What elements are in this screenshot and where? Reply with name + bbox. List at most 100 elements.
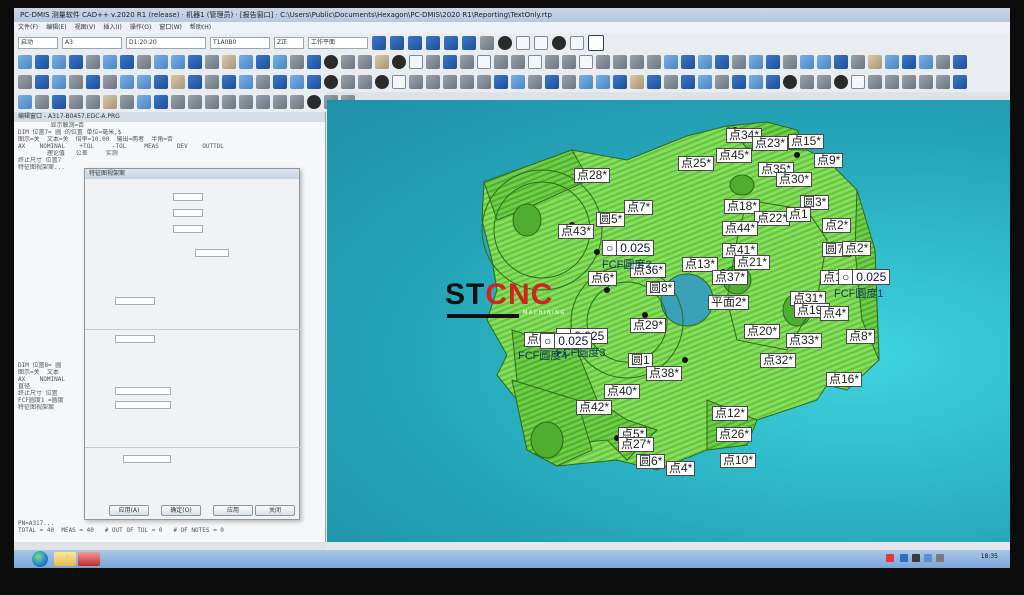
combo-2[interactable]: D1:20:20 bbox=[126, 37, 206, 49]
feature-label[interactable]: 圆8* bbox=[646, 281, 676, 296]
toolbar-icon[interactable] bbox=[817, 55, 831, 69]
toolbar-icon[interactable] bbox=[936, 55, 950, 69]
toolbar-icon[interactable] bbox=[460, 55, 474, 69]
toolbar-icon[interactable] bbox=[715, 75, 729, 89]
toolbar-icon[interactable] bbox=[256, 55, 270, 69]
dialog-select-2[interactable] bbox=[115, 297, 155, 305]
feature-label[interactable]: 点29* bbox=[630, 318, 667, 333]
toolbar-icon[interactable] bbox=[222, 75, 236, 89]
toolbar-icon[interactable] bbox=[613, 55, 627, 69]
toolbar-icon[interactable] bbox=[460, 75, 474, 89]
toolbar-icon[interactable] bbox=[324, 55, 338, 69]
toolbar-icon[interactable] bbox=[477, 75, 491, 89]
feature-label[interactable]: 点7* bbox=[624, 200, 654, 215]
toolbar-icon[interactable] bbox=[18, 55, 32, 69]
feature-label[interactable]: 点20* bbox=[744, 324, 781, 339]
toolbar-icon[interactable] bbox=[868, 55, 882, 69]
close-button[interactable]: 关闭 bbox=[255, 505, 295, 516]
menu-item-1[interactable]: 编辑(E) bbox=[46, 22, 66, 34]
toolbar-icon[interactable] bbox=[18, 75, 32, 89]
toolbar-icon[interactable] bbox=[154, 95, 168, 109]
taskbar-folder-button[interactable] bbox=[54, 552, 76, 566]
toolbar-icon[interactable] bbox=[851, 75, 865, 89]
combo-5[interactable]: 工作平面 bbox=[308, 37, 368, 49]
feature-label[interactable]: 点40* bbox=[604, 384, 641, 399]
toolbar-icon[interactable] bbox=[698, 55, 712, 69]
toolbar-icon[interactable] bbox=[341, 55, 355, 69]
feature-label[interactable]: 点45* bbox=[716, 148, 753, 163]
toolbar-icon[interactable] bbox=[375, 55, 389, 69]
toolbar-icon[interactable] bbox=[137, 95, 151, 109]
toolbar-icon[interactable] bbox=[953, 55, 967, 69]
toolbar-icon[interactable] bbox=[562, 55, 576, 69]
dialog-field-2[interactable] bbox=[173, 209, 203, 217]
toolbar-icon[interactable] bbox=[511, 75, 525, 89]
toolbar-icon[interactable] bbox=[205, 55, 219, 69]
view-toolbar-icon[interactable] bbox=[408, 36, 422, 50]
view-toolbar-icon[interactable] bbox=[588, 35, 604, 51]
combo-4[interactable]: Z正 bbox=[274, 37, 304, 49]
toolbar-icon[interactable] bbox=[596, 75, 610, 89]
toolbar-icon[interactable] bbox=[52, 75, 66, 89]
toolbar-icon[interactable] bbox=[409, 75, 423, 89]
dialog-select-4[interactable] bbox=[115, 387, 171, 395]
toolbar-icon[interactable] bbox=[681, 75, 695, 89]
toolbar-icon[interactable] bbox=[205, 95, 219, 109]
feature-label[interactable]: 点10* bbox=[720, 453, 757, 468]
toolbar-icon[interactable] bbox=[817, 75, 831, 89]
view-toolbar-icon[interactable] bbox=[480, 36, 494, 50]
view-toolbar-icon[interactable] bbox=[516, 36, 530, 50]
toolbar-icon[interactable] bbox=[256, 95, 270, 109]
tray-icon-1[interactable] bbox=[900, 554, 908, 562]
apply-button[interactable]: 应用 bbox=[213, 505, 253, 516]
toolbar-icon[interactable] bbox=[69, 75, 83, 89]
toolbar-icon[interactable] bbox=[698, 75, 712, 89]
combo-1[interactable]: A3 bbox=[62, 37, 122, 49]
dialog-field-3[interactable] bbox=[173, 225, 203, 233]
fcf-roundness-box[interactable]: ○0.025 bbox=[602, 240, 655, 256]
toolbar-icon[interactable] bbox=[86, 75, 100, 89]
toolbar-icon[interactable] bbox=[800, 55, 814, 69]
feature-label[interactable]: 点23* bbox=[752, 136, 789, 151]
toolbar-icon[interactable] bbox=[630, 55, 644, 69]
combo-3[interactable]: T1A0B0 bbox=[210, 37, 270, 49]
dialog-select-5[interactable] bbox=[115, 401, 171, 409]
view-toolbar-icon[interactable] bbox=[552, 36, 566, 50]
toolbar-icon[interactable] bbox=[630, 75, 644, 89]
toolbar-icon[interactable] bbox=[154, 75, 168, 89]
toolbar-icon[interactable] bbox=[120, 75, 134, 89]
toolbar-icon[interactable] bbox=[766, 55, 780, 69]
toolbar-icon[interactable] bbox=[103, 75, 117, 89]
fcf-roundness-box[interactable]: ○0.025 bbox=[838, 269, 891, 285]
toolbar-icon[interactable] bbox=[273, 95, 287, 109]
toolbar-icon[interactable] bbox=[936, 75, 950, 89]
toolbar-icon[interactable] bbox=[902, 75, 916, 89]
toolbar-icon[interactable] bbox=[953, 75, 967, 89]
toolbar-icon[interactable] bbox=[222, 95, 236, 109]
combo-0[interactable]: 启动 bbox=[18, 37, 58, 49]
toolbar-icon[interactable] bbox=[426, 55, 440, 69]
toolbar-icon[interactable] bbox=[273, 75, 287, 89]
toolbar-icon[interactable] bbox=[35, 95, 49, 109]
feature-label[interactable]: 点44* bbox=[722, 221, 759, 236]
dialog-select-6[interactable] bbox=[123, 455, 171, 463]
feature-label[interactable]: 圆6* bbox=[636, 454, 666, 469]
toolbar-icon[interactable] bbox=[647, 75, 661, 89]
toolbar-icon[interactable] bbox=[137, 75, 151, 89]
toolbar-icon[interactable] bbox=[273, 55, 287, 69]
ok-button[interactable]: 确定(O) bbox=[161, 505, 201, 516]
toolbar-icon[interactable] bbox=[834, 75, 848, 89]
feature-label[interactable]: 点2* bbox=[842, 241, 872, 256]
toolbar-icon[interactable] bbox=[579, 55, 593, 69]
toolbar-icon[interactable] bbox=[375, 75, 389, 89]
toolbar-icon[interactable] bbox=[18, 95, 32, 109]
toolbar-icon[interactable] bbox=[188, 95, 202, 109]
toolbar-icon[interactable] bbox=[35, 55, 49, 69]
ime-icon[interactable] bbox=[886, 554, 894, 562]
toolbar-icon[interactable] bbox=[239, 95, 253, 109]
toolbar-icon[interactable] bbox=[902, 55, 916, 69]
feature-label[interactable]: 点37* bbox=[712, 270, 749, 285]
toolbar-icon[interactable] bbox=[341, 75, 355, 89]
feature-label[interactable]: 点9* bbox=[814, 153, 844, 168]
toolbar-icon[interactable] bbox=[800, 75, 814, 89]
